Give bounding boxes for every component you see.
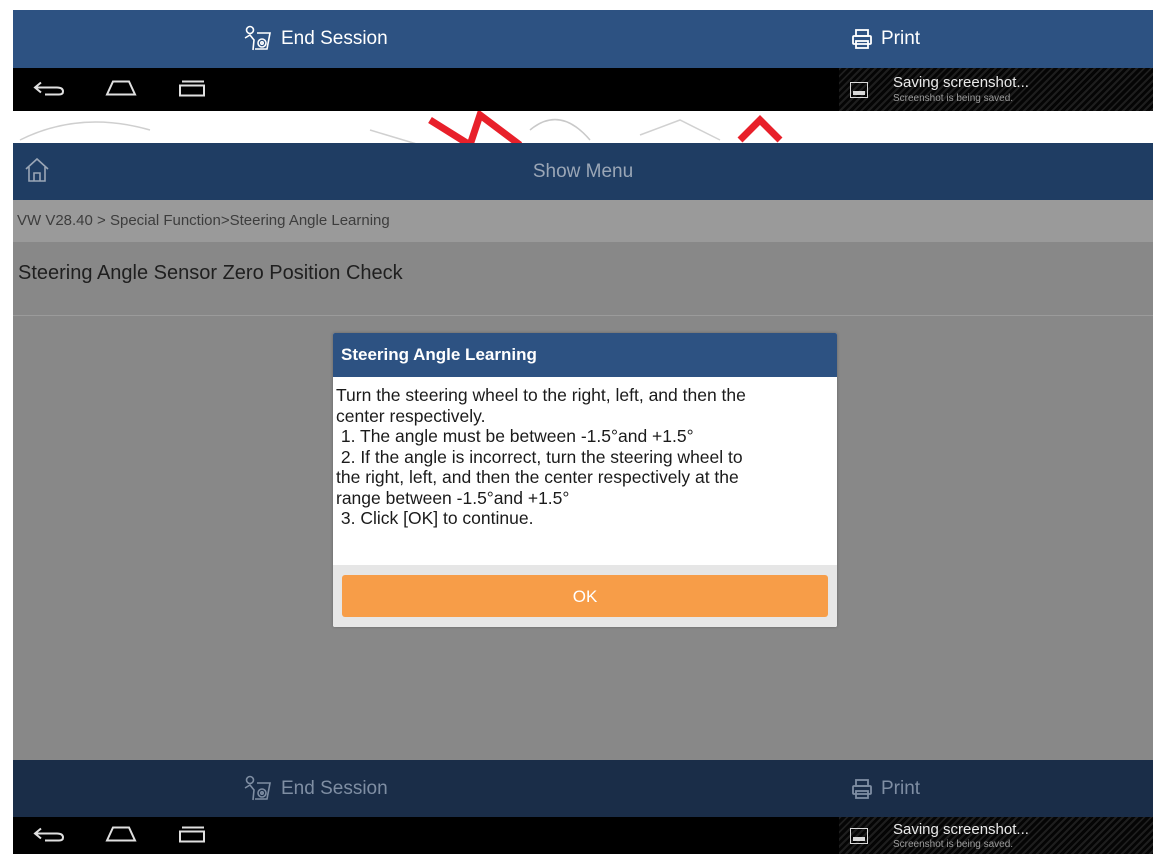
print-button[interactable]: Print: [851, 10, 920, 68]
notification-subtitle: Screenshot is being saved.: [893, 93, 1014, 104]
function-title: Steering Angle Sensor Zero Position Chec…: [18, 262, 403, 284]
system-nav-bar-bottom: Saving screenshot... Screenshot is being…: [13, 817, 1153, 854]
dialog-line: 3. Click [OK] to continue.: [336, 508, 534, 528]
divider: [13, 315, 1153, 316]
dialog-footer: OK: [333, 565, 837, 627]
dialog-message: Turn the steering wheel to the right, le…: [336, 385, 828, 529]
app-header: Show Menu: [13, 143, 1153, 200]
home-icon[interactable]: [105, 824, 137, 847]
end-session-label: End Session: [281, 778, 388, 799]
screenshot-notification[interactable]: Saving screenshot... Screenshot is being…: [839, 68, 1153, 111]
print-button-bottom[interactable]: Print: [851, 760, 920, 818]
end-session-label: End Session: [281, 28, 388, 49]
end-session-button[interactable]: End Session: [241, 10, 388, 68]
print-label: Print: [881, 778, 921, 799]
end-session-button-bottom[interactable]: End Session: [241, 760, 388, 818]
screenshot-notification[interactable]: Saving screenshot... Screenshot is being…: [839, 817, 1153, 854]
end-session-icon: [241, 774, 273, 804]
ok-button[interactable]: OK: [342, 575, 828, 617]
dialog-line: center respectively.: [336, 405, 486, 426]
image-icon: [850, 81, 868, 98]
printer-icon: [851, 28, 873, 50]
notification-title: Saving screenshot...: [893, 74, 1029, 91]
end-session-icon: [241, 24, 273, 54]
recent-apps-icon[interactable]: [178, 823, 208, 848]
back-icon[interactable]: [33, 824, 65, 847]
image-icon: [850, 827, 868, 844]
breadcrumb: VW V28.40 > Special Function>Steering An…: [13, 200, 1153, 242]
dialog-line: 1. The angle must be between -1.5°and +1…: [336, 426, 694, 446]
system-nav-bar: Saving screenshot... Screenshot is being…: [13, 68, 1153, 111]
dialog-line: Turn the steering wheel to the right, le…: [336, 385, 746, 405]
dialog-line: range between -1.5°and +1.5°: [336, 487, 570, 508]
recent-apps-icon[interactable]: [178, 77, 208, 102]
steering-angle-dialog: Steering Angle Learning Turn the steerin…: [333, 333, 837, 627]
back-icon[interactable]: [33, 78, 65, 101]
home-icon[interactable]: [105, 78, 137, 101]
bottom-action-bar: End Session Print: [13, 760, 1153, 818]
print-label: Print: [881, 28, 921, 49]
dialog-line: the right, left, and then the center res…: [336, 467, 739, 487]
page-title: Show Menu: [532, 161, 634, 182]
notification-title: Saving screenshot...: [893, 821, 1029, 838]
dialog-line: 2. If the angle is incorrect, turn the s…: [336, 446, 743, 467]
top-action-bar: End Session Print: [13, 10, 1153, 68]
notification-subtitle: Screenshot is being saved.: [893, 839, 1014, 850]
printer-icon: [851, 778, 873, 800]
dialog-title: Steering Angle Learning: [333, 333, 837, 377]
